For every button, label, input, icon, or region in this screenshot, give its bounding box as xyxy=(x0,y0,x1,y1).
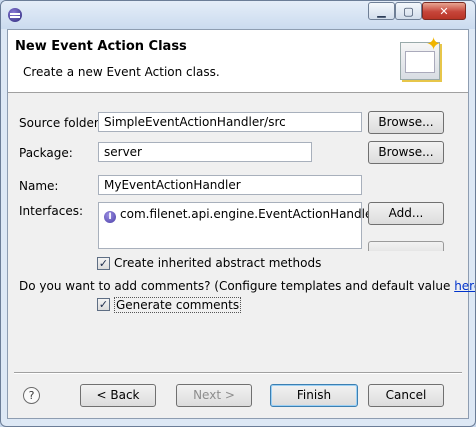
footer-separator xyxy=(14,372,462,374)
help-icon[interactable]: ? xyxy=(23,387,40,404)
generate-comments-checkbox[interactable]: ✓ xyxy=(97,298,110,311)
source-folder-label: Source folder: xyxy=(19,116,103,130)
name-input[interactable]: MyEventActionHandler xyxy=(98,175,362,195)
maximize-button[interactable]: ▢ xyxy=(395,2,422,20)
sparkle-icon: ✦ xyxy=(426,34,442,55)
add-interface-button[interactable]: Add... xyxy=(368,202,444,225)
source-folder-input[interactable]: SimpleEventActionHandler/src xyxy=(98,112,362,132)
wizard-description: Create a new Event Action class. xyxy=(23,65,220,79)
package-browse-button[interactable]: Browse... xyxy=(368,141,444,164)
wizard-title: New Event Action Class xyxy=(15,39,187,54)
interface-icon: I xyxy=(104,211,116,223)
interface-name: com.filenet.api.engine.EventActionHandle… xyxy=(120,207,378,221)
package-input[interactable]: server xyxy=(98,142,312,162)
finish-button[interactable]: Finish xyxy=(270,384,358,407)
eclipse-icon xyxy=(8,8,22,22)
comments-prompt: Do you want to add comments? (Configure … xyxy=(19,279,475,293)
dialog-window: ▁ ▢ ✕ New Event Action Class Create a ne… xyxy=(0,0,476,427)
interfaces-list[interactable]: Icom.filenet.api.engine.EventActionHandl… xyxy=(98,202,377,249)
cancel-button[interactable]: Cancel xyxy=(368,384,444,407)
source-folder-browse-button[interactable]: Browse... xyxy=(368,111,444,134)
interfaces-label: Interfaces: xyxy=(19,204,84,218)
dialog-client-area: New Event Action Class Create a new Even… xyxy=(7,29,475,419)
minimize-button[interactable]: ▁ xyxy=(368,2,395,20)
wizard-banner: New Event Action Class Create a new Even… xyxy=(8,30,468,93)
close-button[interactable]: ✕ xyxy=(422,2,466,20)
name-label: Name: xyxy=(19,179,59,193)
generate-comments-label: Generate comments xyxy=(114,297,242,313)
list-item[interactable]: Icom.filenet.api.engine.EventActionHandl… xyxy=(104,207,377,223)
configure-templates-link[interactable]: here xyxy=(454,279,475,293)
next-button[interactable]: Next > xyxy=(176,384,252,407)
title-bar[interactable]: ▁ ▢ ✕ xyxy=(1,1,475,29)
inherited-methods-checkbox[interactable]: ✓ xyxy=(97,257,110,270)
back-button[interactable]: < Back xyxy=(80,384,156,407)
remove-interface-button[interactable] xyxy=(368,241,444,251)
package-label: Package: xyxy=(19,146,73,160)
inherited-methods-label: Create inherited abstract methods xyxy=(114,256,322,270)
comments-prompt-text: Do you want to add comments? (Configure … xyxy=(19,279,455,293)
